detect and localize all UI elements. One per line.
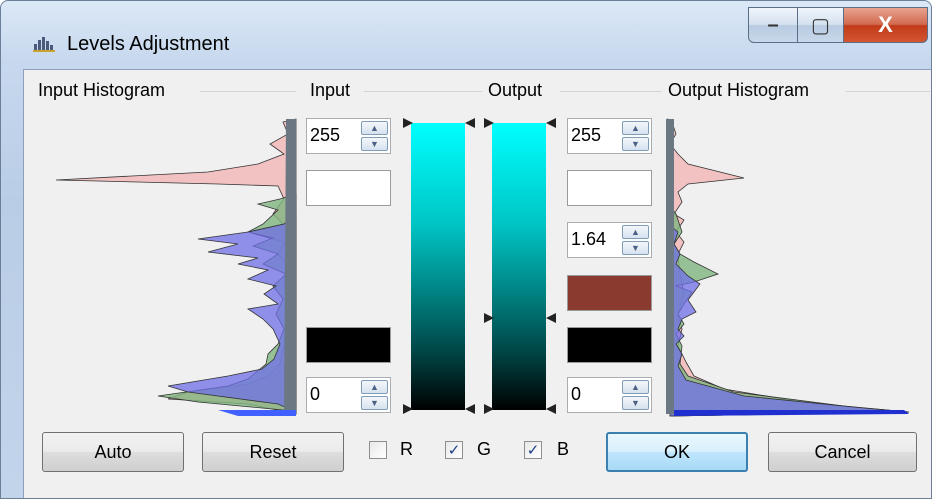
channel-g-label[interactable]: G — [477, 439, 491, 460]
spinner-up-icon[interactable]: ▲ — [622, 225, 649, 239]
input-high-left-handle-icon[interactable] — [403, 118, 413, 128]
input-high-color-swatch[interactable] — [306, 170, 391, 206]
output-high-spinner[interactable]: 255 ▲ ▼ — [567, 118, 652, 154]
caption-buttons: – ▢ X — [748, 7, 928, 43]
reset-button[interactable]: Reset — [202, 432, 344, 472]
spinner-down-icon[interactable]: ▼ — [622, 396, 649, 410]
input-histogram-label: Input Histogram — [38, 80, 172, 101]
output-gamma-right-handle-icon[interactable] — [546, 313, 556, 323]
output-high-color-swatch[interactable] — [567, 170, 652, 206]
spinner-up-icon[interactable]: ▲ — [622, 380, 649, 394]
auto-button[interactable]: Auto — [42, 432, 184, 472]
input-label: Input — [310, 80, 357, 101]
header-divider — [200, 91, 296, 92]
spinner-up-icon[interactable]: ▲ — [361, 121, 388, 135]
output-low-value[interactable]: 0 — [571, 384, 581, 405]
channel-g-checkbox[interactable]: ✓ — [445, 441, 463, 459]
header-divider — [846, 91, 930, 92]
input-low-right-handle-icon[interactable] — [465, 404, 475, 414]
header-divider — [364, 91, 482, 92]
output-low-right-handle-icon[interactable] — [546, 404, 556, 414]
spinner-arrows: ▲ ▼ — [361, 380, 388, 410]
spinner-arrows: ▲ ▼ — [622, 121, 649, 151]
input-low-left-handle-icon[interactable] — [403, 404, 413, 414]
output-histogram-label: Output Histogram — [668, 80, 816, 101]
output-high-left-handle-icon[interactable] — [484, 118, 494, 128]
spinner-arrows: ▲ ▼ — [622, 225, 649, 255]
spinner-down-icon[interactable]: ▼ — [622, 137, 649, 151]
input-low-color-swatch[interactable] — [306, 327, 391, 363]
header-divider — [560, 91, 662, 92]
cancel-button[interactable]: Cancel — [768, 432, 917, 472]
output-low-spinner[interactable]: 0 ▲ ▼ — [567, 377, 652, 413]
input-high-value[interactable]: 255 — [310, 125, 340, 146]
output-label: Output — [488, 80, 549, 101]
levels-histogram-icon — [33, 37, 55, 52]
window-title: Levels Adjustment — [67, 33, 230, 55]
ok-button[interactable]: OK — [606, 432, 748, 472]
minimize-icon: – — [767, 13, 779, 36]
output-gamma-value[interactable]: 1.64 — [571, 229, 606, 250]
output-high-right-handle-icon[interactable] — [546, 118, 556, 128]
dialog-client-area: Input Histogram Input Output Output Hist… — [23, 69, 931, 498]
spinner-arrows: ▲ ▼ — [622, 380, 649, 410]
output-gamma-left-handle-icon[interactable] — [484, 313, 494, 323]
spinner-down-icon[interactable]: ▼ — [361, 396, 388, 410]
channel-r-label[interactable]: R — [400, 439, 413, 460]
output-mid-color-swatch[interactable] — [567, 275, 652, 311]
checkmark-icon: ✓ — [526, 441, 540, 459]
checkmark-icon: ✓ — [447, 441, 461, 459]
input-low-value[interactable]: 0 — [310, 384, 320, 405]
spinner-down-icon[interactable]: ▼ — [622, 241, 649, 255]
channel-b-checkbox[interactable]: ✓ — [524, 441, 542, 459]
input-low-spinner[interactable]: 0 ▲ ▼ — [306, 377, 391, 413]
spinner-arrows: ▲ ▼ — [361, 121, 388, 151]
close-button[interactable]: X — [844, 7, 928, 43]
input-histogram — [55, 118, 297, 416]
output-high-value[interactable]: 255 — [571, 125, 601, 146]
minimize-button[interactable]: – — [748, 7, 798, 43]
title-bar[interactable]: Levels Adjustment – ▢ X — [1, 1, 931, 63]
input-high-spinner[interactable]: 255 ▲ ▼ — [306, 118, 391, 154]
output-low-color-swatch[interactable] — [567, 327, 652, 363]
input-high-right-handle-icon[interactable] — [465, 118, 475, 128]
output-low-left-handle-icon[interactable] — [484, 404, 494, 414]
input-level-gradient — [411, 123, 465, 410]
output-gamma-spinner[interactable]: 1.64 ▲ ▼ — [567, 222, 652, 258]
output-histogram — [666, 118, 910, 417]
channel-r-checkbox[interactable] — [369, 441, 387, 459]
close-icon: X — [878, 12, 893, 37]
maximize-icon: ▢ — [811, 14, 830, 37]
spinner-up-icon[interactable]: ▲ — [622, 121, 649, 135]
spinner-up-icon[interactable]: ▲ — [361, 380, 388, 394]
maximize-button[interactable]: ▢ — [798, 7, 844, 43]
output-level-gradient — [492, 123, 546, 410]
levels-adjustment-window: Levels Adjustment – ▢ X Input Histogram … — [0, 0, 932, 499]
spinner-down-icon[interactable]: ▼ — [361, 137, 388, 151]
channel-b-label[interactable]: B — [557, 439, 569, 460]
